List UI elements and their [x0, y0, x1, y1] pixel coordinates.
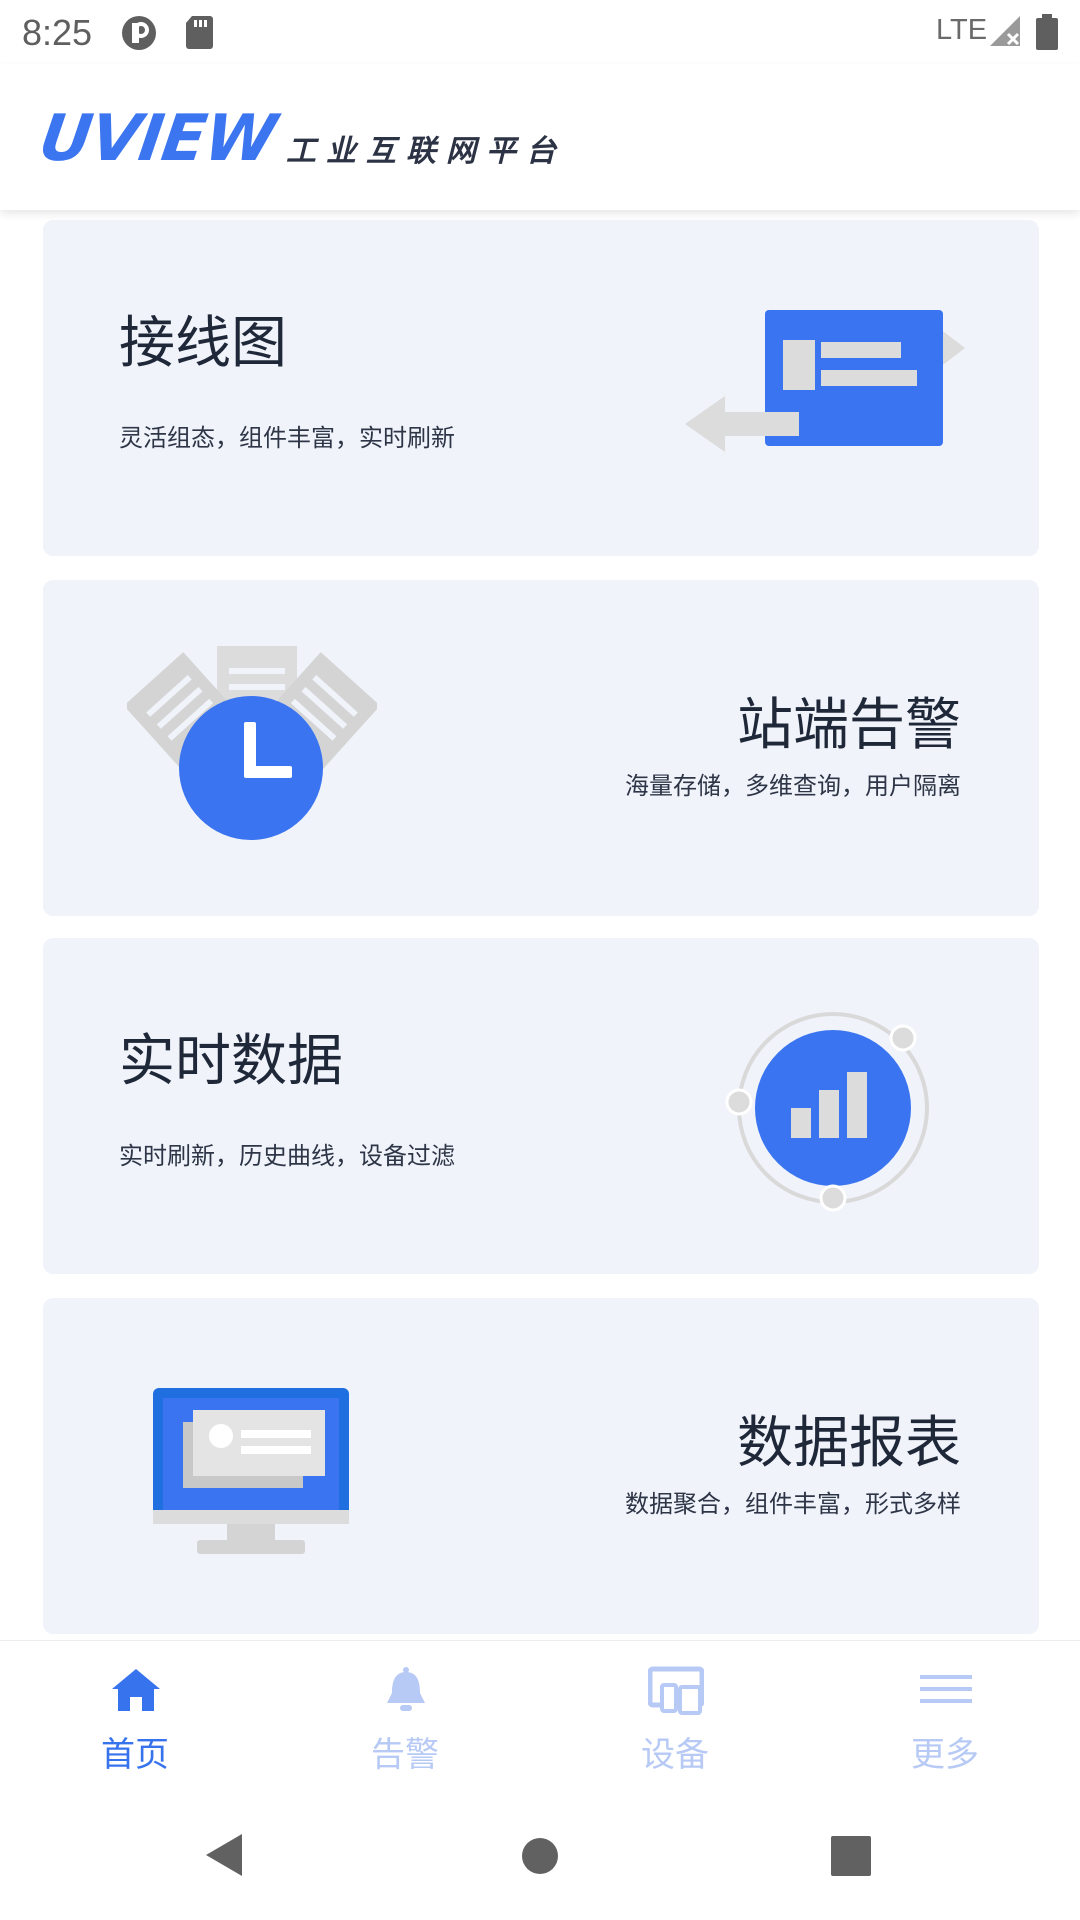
card-wiring-diagram[interactable]: 接线图 灵活组态，组件丰富，实时刷新: [43, 220, 1039, 556]
signal-icon: [990, 16, 1020, 46]
tab-home[interactable]: 首页: [0, 1641, 270, 1791]
app-notification-icon: [122, 16, 156, 50]
card-title: 接线图: [119, 311, 287, 376]
tab-more[interactable]: 更多: [810, 1641, 1080, 1791]
realtime-chart-icon: [725, 1012, 929, 1212]
card-description: 实时刷新，历史曲线，设备过滤: [119, 1142, 455, 1170]
alarm-clock-icon: [127, 646, 377, 840]
status-bar: 8:25 LTE: [0, 0, 1080, 64]
devices-icon: [648, 1666, 704, 1715]
report-monitor-icon: [153, 1388, 349, 1554]
tab-label: 设备: [641, 1735, 709, 1775]
tab-label: 首页: [101, 1735, 169, 1775]
home-circle-icon[interactable]: [521, 1837, 559, 1875]
menu-icon: [920, 1675, 972, 1703]
app-header: UVIEW 工业互联网平台: [0, 64, 1080, 210]
back-icon[interactable]: [204, 1832, 244, 1878]
card-data-report[interactable]: 数据报表 数据聚合，组件丰富，形式多样: [43, 1298, 1039, 1634]
card-title: 数据报表: [737, 1411, 961, 1476]
tab-devices[interactable]: 设备: [540, 1641, 810, 1791]
battery-icon: [1036, 14, 1058, 50]
tab-alarm[interactable]: 告警: [270, 1641, 540, 1791]
recents-icon[interactable]: [831, 1836, 871, 1876]
card-description: 数据聚合，组件丰富，形式多样: [625, 1490, 961, 1518]
system-nav-bar: [0, 1790, 1080, 1920]
card-title: 站端告警: [737, 693, 961, 758]
sd-card-icon: [186, 16, 213, 49]
card-realtime-data[interactable]: 实时数据 实时刷新，历史曲线，设备过滤: [43, 938, 1039, 1274]
card-description: 灵活组态，组件丰富，实时刷新: [119, 424, 455, 452]
bottom-tab-bar: 首页 告警 设备 更多: [0, 1640, 1080, 1790]
home-content: 接线图 灵活组态，组件丰富，实时刷新 站端告警 海量存储，多维查询，用户隔离 实…: [0, 210, 1080, 1640]
app-subtitle: 工业互联网平台: [286, 134, 566, 169]
wiring-diagram-icon: [685, 310, 965, 452]
home-icon: [112, 1669, 160, 1711]
bell-icon: [387, 1667, 425, 1711]
app-logo: UVIEW: [34, 102, 280, 176]
network-type: LTE: [936, 14, 988, 46]
status-time: 8:25: [22, 12, 93, 53]
card-title: 实时数据: [119, 1029, 343, 1094]
tab-label: 告警: [371, 1735, 439, 1775]
card-description: 海量存储，多维查询，用户隔离: [625, 772, 961, 800]
card-station-alarm[interactable]: 站端告警 海量存储，多维查询，用户隔离: [43, 580, 1039, 916]
tab-label: 更多: [911, 1735, 979, 1775]
